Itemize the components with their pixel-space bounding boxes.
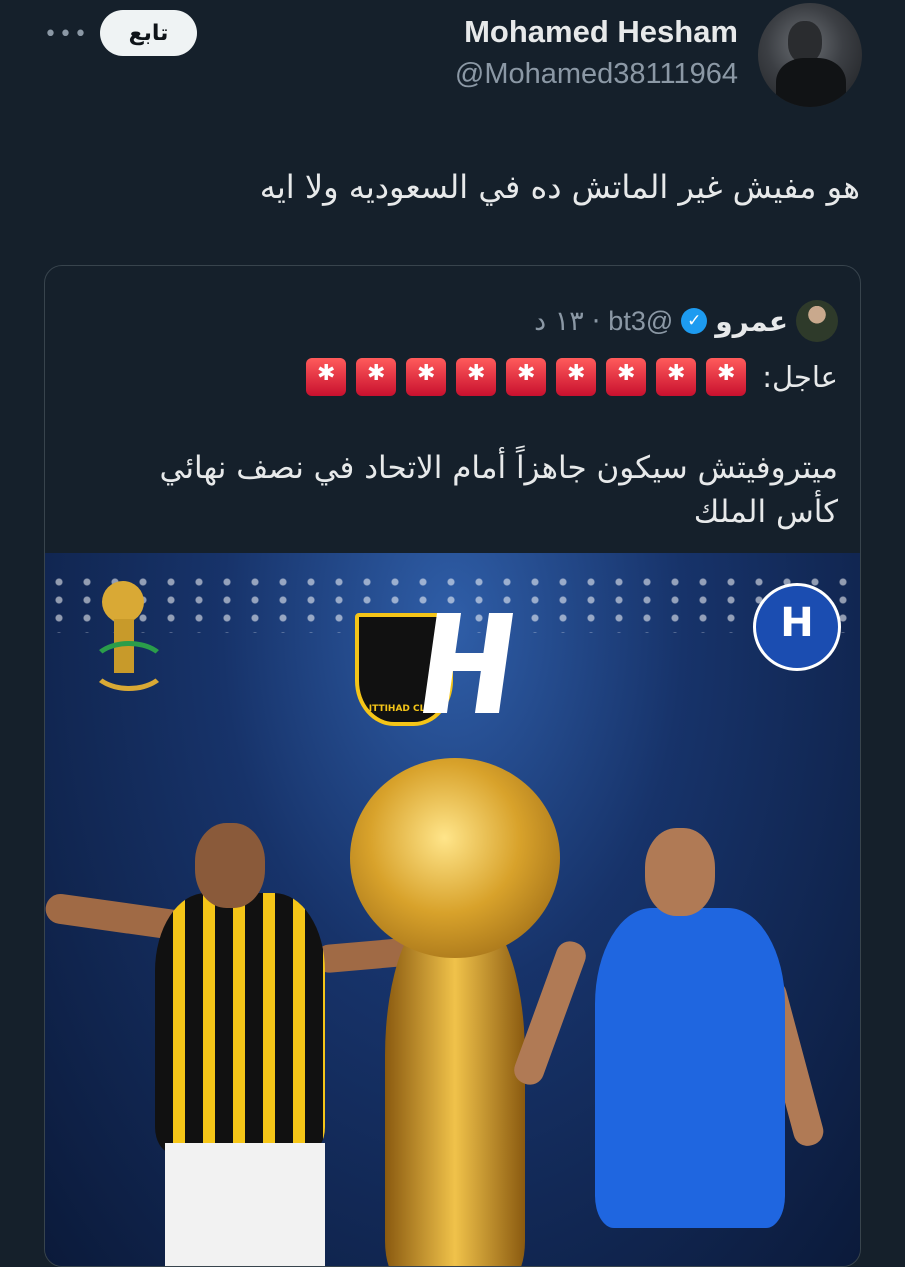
quoted-text-line-2: كأس الملك [693,494,838,530]
police-siren-icon [506,358,547,396]
author-handle[interactable]: @Mohamed38111964 [455,58,738,91]
quoted-avatar[interactable] [796,300,838,342]
breaking-row: عاجل: [306,358,838,396]
quoted-date[interactable]: ١٣ د [534,306,584,337]
quoted-header: عمرو ✓ @bt3 · ١٣ د [534,300,838,342]
quoted-author-name[interactable]: عمرو [715,305,788,338]
quoted-handle[interactable]: @bt3 [608,306,673,337]
police-siren-icon [306,358,347,396]
kings-cup-trophy [350,758,560,1266]
hilal-h-logo [422,613,525,723]
verified-badge-icon: ✓ [681,308,708,334]
breaking-label: عاجل: [762,360,838,394]
police-siren-icon [406,358,447,396]
quoted-separator: · [591,305,601,337]
quoted-media-image[interactable]: ITTIHAD CLUB [45,553,860,1266]
police-siren-icon [356,358,397,396]
police-siren-icon [606,358,647,396]
police-siren-icon [556,358,597,396]
police-siren-icon [456,358,497,396]
follow-button[interactable]: تابع [100,10,197,56]
kings-cup-logo [90,581,168,691]
author-avatar[interactable] [758,3,862,107]
tweet-text: هو مفيش غير الماتش ده في السعوديه ولا اي… [259,168,860,206]
more-options-icon[interactable]: ••• [44,22,89,47]
police-siren-icon [706,358,747,396]
hilal-player [510,828,855,1266]
quoted-text: ميتروفيتش سيكون جاهزاً أمام الاتحاد في ن… [78,446,838,534]
police-siren-icon [656,358,697,396]
ittihad-player [45,823,496,1266]
hilal-club-badge [753,583,841,671]
author-name[interactable]: Mohamed Hesham [464,14,738,50]
quoted-text-line-1: ميتروفيتش سيكون جاهزاً أمام الاتحاد في ن… [159,450,838,486]
quoted-tweet[interactable]: عمرو ✓ @bt3 · ١٣ د عاجل: ميتروفيتش سيكون… [44,265,861,1267]
